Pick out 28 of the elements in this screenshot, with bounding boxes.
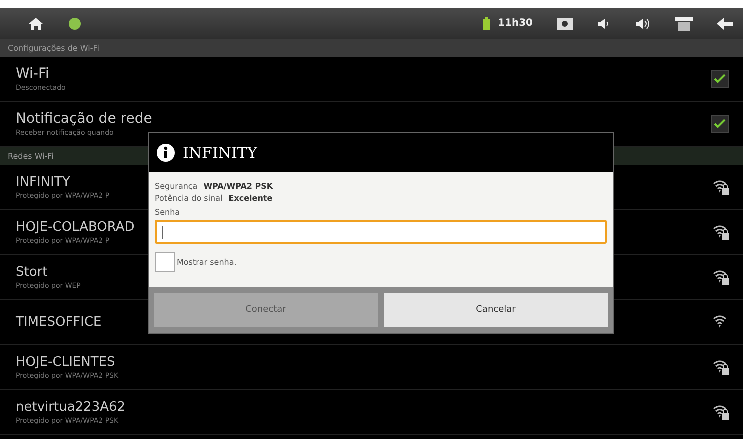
setting-title: Wi-Fi — [16, 66, 50, 82]
detail-value: WPA/WPA2 PSK — [204, 182, 274, 191]
camera-icon[interactable] — [557, 18, 573, 30]
detail-value: Excelente — [228, 194, 273, 203]
network-name: Stort — [16, 264, 48, 280]
setting-title: Notificação de rede — [16, 111, 152, 127]
password-field[interactable] — [155, 220, 607, 244]
back-icon[interactable] — [717, 18, 733, 30]
network-name: TIMESOFFICE — [16, 314, 102, 330]
section-header: Configurações de Wi-Fi — [0, 39, 743, 57]
password-label: Senha — [155, 208, 180, 217]
network-name: netvirtua223A62 — [16, 400, 126, 414]
home-icon[interactable] — [28, 16, 44, 30]
clock-time: 11h30 — [498, 18, 533, 29]
battery-icon — [483, 17, 490, 30]
info-icon — [157, 144, 175, 162]
volume-up-icon[interactable] — [635, 18, 651, 30]
network-name: HOJE-CLIENTES — [16, 354, 116, 370]
dialog-button[interactable]: Cancelar — [384, 293, 608, 327]
volume-down-icon[interactable] — [597, 18, 611, 30]
detail-label: Potência do sinal — [155, 194, 223, 203]
checkbox-label: Mostrar senha. — [177, 258, 237, 266]
detail-label: Segurança — [155, 182, 198, 191]
checkbox[interactable] — [711, 70, 729, 88]
network-name: HOJE-COLABORAD — [16, 220, 135, 234]
checkbox[interactable] — [711, 115, 729, 133]
network-name: INFINITY — [16, 174, 70, 190]
checkbox[interactable] — [155, 252, 175, 272]
